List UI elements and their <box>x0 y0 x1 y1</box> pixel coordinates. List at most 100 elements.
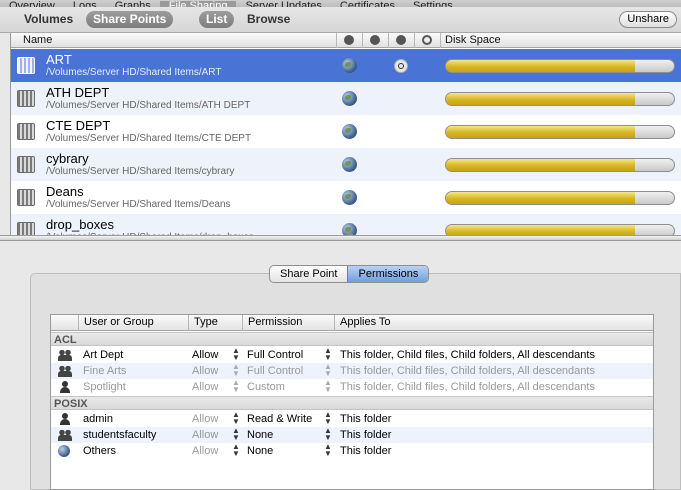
type-value[interactable]: Allow <box>192 379 218 395</box>
disk-space-bar <box>445 224 675 235</box>
share-points-tab[interactable]: Share Points <box>86 11 174 28</box>
type-column-header[interactable]: Type <box>188 315 242 331</box>
share-point-name: cybrary <box>46 151 89 166</box>
share-point-row[interactable]: cybrary/Volumes/Server HD/Shared Items/c… <box>11 148 681 181</box>
share-point-row[interactable]: CTE DEPT/Volumes/Server HD/Shared Items/… <box>11 115 681 148</box>
share-point-name: ATH DEPT <box>46 85 110 100</box>
type-value[interactable]: Allow <box>192 427 218 443</box>
permission-stepper-icon[interactable]: ▲ ▼ <box>324 379 332 394</box>
applies-to-value: This folder, Child files, Child folders,… <box>340 365 595 377</box>
user-or-group-name: admin <box>83 413 113 425</box>
spotlight-icon <box>396 35 406 45</box>
applies-to-value: This folder <box>340 429 392 441</box>
afp-column-header[interactable] <box>336 33 362 48</box>
shared-folder-icon <box>17 123 35 140</box>
permission-value[interactable]: Full Control <box>247 347 303 363</box>
user-icon <box>58 381 72 393</box>
shared-folder-icon <box>17 90 35 107</box>
permission-stepper-icon[interactable]: ▲ ▼ <box>324 427 332 442</box>
user-icon <box>58 413 72 425</box>
ftp-column-header[interactable] <box>414 33 440 48</box>
permission-column-header[interactable]: Permission <box>242 315 334 331</box>
toolbar: Volumes Share Points List Browse Unshare <box>0 7 681 33</box>
afp-enabled-globe-icon <box>342 124 357 139</box>
acl_rows-row[interactable]: Fine Arts Allow ▲ ▼ Full Control ▲ ▼ This folde… <box>51 363 653 379</box>
smb-column-header[interactable] <box>362 33 388 48</box>
type-value[interactable]: Allow <box>192 443 218 459</box>
share-point-name: CTE DEPT <box>46 118 111 133</box>
type-stepper-icon[interactable]: ▲ ▼ <box>232 379 240 394</box>
type-stepper-icon[interactable]: ▲ ▼ <box>232 363 240 378</box>
user-or-group-name: Art Dept <box>83 349 124 361</box>
permission-stepper-icon[interactable]: ▲ ▼ <box>324 363 332 378</box>
unshare-button[interactable]: Unshare <box>619 11 677 28</box>
type-stepper-icon[interactable]: ▲ ▼ <box>232 443 240 458</box>
name-column-header[interactable]: Name <box>19 33 346 48</box>
disk-space-bar-fill <box>446 60 636 72</box>
permissions-table: User or Group Type Permission Applies To… <box>50 314 654 490</box>
share-point-row[interactable]: ART/Volumes/Server HD/Shared Items/ART <box>11 49 681 82</box>
user-or-group-name: Others <box>83 445 117 457</box>
browse-view-tab[interactable]: Browse <box>240 11 297 28</box>
shared-folder-icon <box>17 222 35 235</box>
permissions-segment[interactable]: Permissions <box>347 266 429 282</box>
share-point-path: /Volumes/Server HD/Shared Items/Deans <box>46 199 231 210</box>
type-stepper-icon[interactable]: ▲ ▼ <box>232 411 240 426</box>
share-point-segment[interactable]: Share Point <box>270 266 347 282</box>
share-point-path: /Volumes/Server HD/Shared Items/ART <box>46 67 222 78</box>
share-point-list: Name Disk Space ART/Volumes/Server HD/Sh… <box>10 33 681 235</box>
type-value[interactable]: Allow <box>192 347 218 363</box>
posix_rows-row[interactable]: admin Allow ▲ ▼ Read & Write ▲ ▼ This folder <box>51 411 653 427</box>
permission-stepper-icon[interactable]: ▲ ▼ <box>324 411 332 426</box>
acl-group-header: ACL <box>51 332 653 346</box>
type-value[interactable]: Allow <box>192 363 218 379</box>
share-point-path: /Volumes/Server HD/Shared Items/cybrary <box>46 166 235 177</box>
posix-group-header: POSIX <box>51 396 653 410</box>
disk-space-bar <box>445 59 675 73</box>
permission-value[interactable]: Read & Write <box>247 411 312 427</box>
disk-space-bar <box>445 92 675 106</box>
applies-to-value: This folder <box>340 413 392 425</box>
afp-enabled-globe-icon <box>342 58 357 73</box>
shared-folder-icon <box>17 189 35 206</box>
type-value[interactable]: Allow <box>192 411 218 427</box>
permissions-header: User or Group Type Permission Applies To <box>51 315 653 331</box>
disk-space-bar-fill <box>446 192 636 204</box>
type-stepper-icon[interactable]: ▲ ▼ <box>232 427 240 442</box>
share-point-name: Deans <box>46 184 84 199</box>
pane-splitter[interactable] <box>0 235 681 241</box>
user-or-group-name: Spotlight <box>83 381 126 393</box>
user-or-group-name: Fine Arts <box>83 365 127 377</box>
spotlight-column-header[interactable] <box>388 33 414 48</box>
afp-enabled-globe-icon <box>342 190 357 205</box>
disk-space-column-header[interactable]: Disk Space <box>440 33 681 48</box>
posix_rows-row[interactable]: Others Allow ▲ ▼ None ▲ ▼ This folder <box>51 443 653 459</box>
group-icon <box>58 429 72 441</box>
top-tab-strip: Overview Logs Graphs File Sharing Server Upd… <box>0 0 681 7</box>
list-view-tab[interactable]: List <box>199 11 235 28</box>
share-point-row[interactable]: drop_boxes/Volumes/Server HD/Shared Item… <box>11 214 681 235</box>
group-icon <box>58 349 72 361</box>
volumes-tab[interactable]: Volumes <box>17 11 80 28</box>
acl_rows-row[interactable]: Art Dept Allow ▲ ▼ Full Control ▲ ▼ This folder… <box>51 347 653 363</box>
permission-value[interactable]: Full Control <box>247 363 303 379</box>
posix_rows-row[interactable]: studentsfaculty Allow ▲ ▼ None ▲ ▼ This folder <box>51 427 653 443</box>
permission-stepper-icon[interactable]: ▲ ▼ <box>324 347 332 362</box>
applies-to-column-header[interactable]: Applies To <box>334 315 653 331</box>
list-header: Name Disk Space <box>11 33 681 48</box>
acl_rows-row[interactable]: Spotlight Allow ▲ ▼ Custom ▲ ▼ This folder, Chi… <box>51 379 653 395</box>
permission-value[interactable]: None <box>247 427 273 443</box>
share-point-name: ART <box>46 52 72 67</box>
group-icon <box>58 365 72 377</box>
permission-stepper-icon[interactable]: ▲ ▼ <box>324 443 332 458</box>
afp-enabled-globe-icon <box>342 91 357 106</box>
type-stepper-icon[interactable]: ▲ ▼ <box>232 347 240 362</box>
disk-space-bar-fill <box>446 225 636 235</box>
share-point-row[interactable]: ATH DEPT/Volumes/Server HD/Shared Items/… <box>11 82 681 115</box>
disk-space-bar <box>445 191 675 205</box>
share-point-row[interactable]: Deans/Volumes/Server HD/Shared Items/Dea… <box>11 181 681 214</box>
disk-space-bar <box>445 158 675 172</box>
permission-value[interactable]: Custom <box>247 379 285 395</box>
permission-value[interactable]: None <box>247 443 273 459</box>
user-or-group-column-header[interactable]: User or Group <box>78 315 188 331</box>
